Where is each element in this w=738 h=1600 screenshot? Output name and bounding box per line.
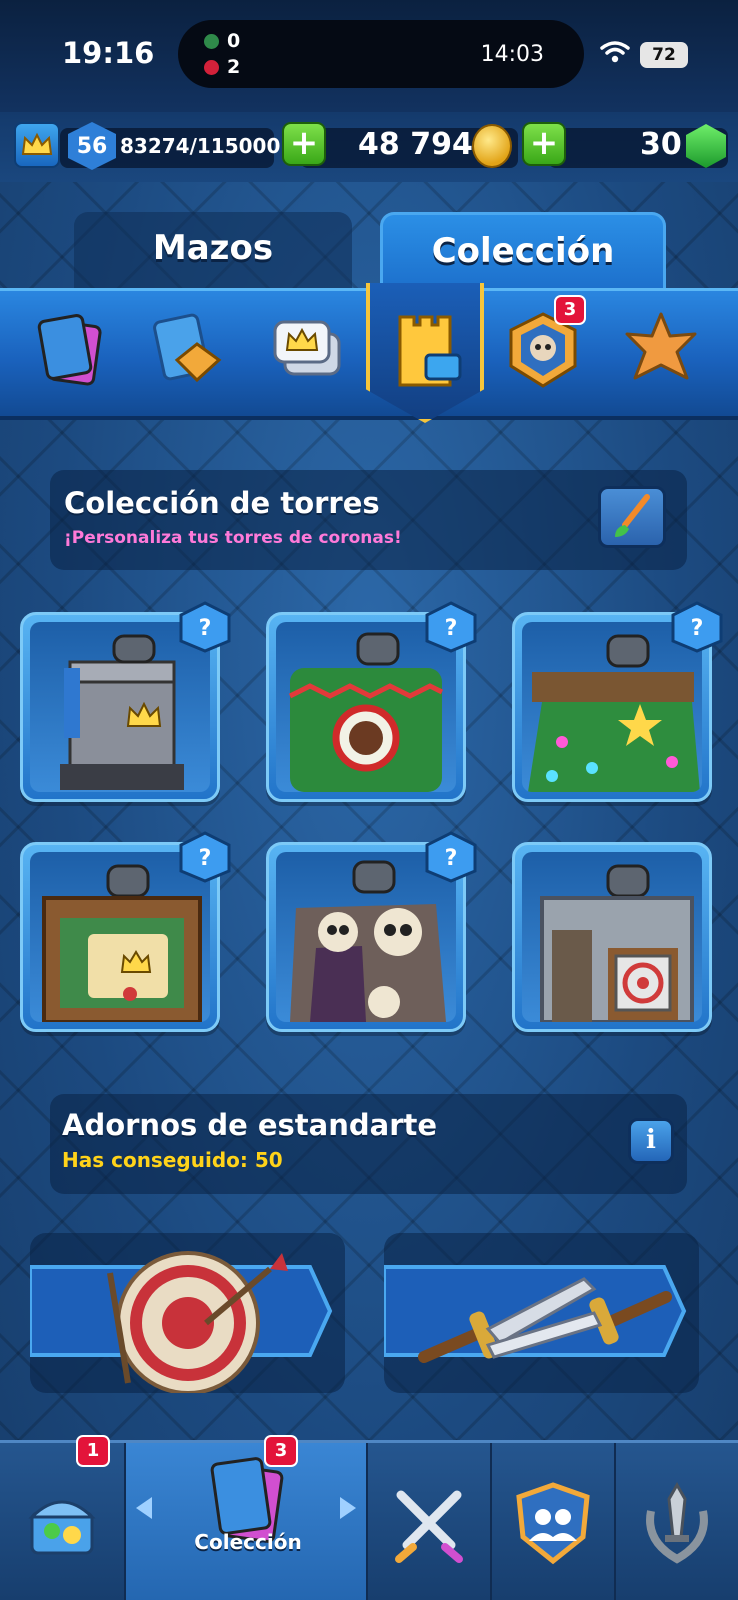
wifi-icon (600, 41, 630, 63)
crown-icon[interactable] (14, 122, 60, 168)
tower-card-skull-coffin[interactable]: ? (266, 831, 477, 1032)
mystery-cube-icon: ? (425, 831, 477, 883)
banner-decoration-swords[interactable] (384, 1233, 699, 1393)
tower-card-treasure-map[interactable]: ? (20, 831, 231, 1032)
xp-progress: 83274/115000 (120, 134, 281, 158)
card-upgrade-icon (153, 313, 222, 383)
tower-collection-title: Colección de torres (64, 486, 380, 520)
tower-card-target[interactable] (512, 842, 712, 1032)
live-activity[interactable]: 0 2 14:03 (178, 20, 584, 88)
category-star-levels[interactable] (616, 305, 706, 395)
mystery-cube-icon: ? (671, 601, 723, 653)
customize-button[interactable] (598, 486, 666, 548)
svg-text:?: ? (445, 616, 458, 641)
clan-shield-icon (516, 1482, 590, 1565)
nav-active-label: Colección (194, 1530, 302, 1554)
chevron-left-icon (136, 1497, 152, 1519)
banner-decorations-title: Adornos de estandarte (62, 1108, 438, 1142)
team-logo-icon (204, 33, 219, 49)
target-practice-tower-icon (540, 864, 694, 1022)
tower-icon (398, 315, 462, 387)
mystery-cube-icon: ? (179, 831, 231, 883)
gold-coin-icon (472, 124, 512, 168)
tower-collection-subtitle: ¡Personaliza tus torres de coronas! (64, 528, 402, 548)
category-towers[interactable] (366, 283, 484, 423)
collection-badge: 3 (264, 1435, 298, 1467)
category-card-upgrade[interactable] (144, 305, 234, 395)
gold-amount: 48 794 (358, 127, 473, 162)
info-button[interactable]: i (628, 1118, 674, 1164)
mystery-cube-icon: ? (179, 601, 231, 653)
sword-laurel-icon (646, 1481, 708, 1564)
match-time: 14:03 (480, 42, 544, 67)
tower-collection-header: Colección de torres ¡Personaliza tus tor… (50, 470, 687, 570)
battery-indicator: 72 (640, 42, 688, 68)
tower-card-classic[interactable]: ? (20, 601, 231, 802)
banner-decorations-header: Adornos de estandarte Has conseguido: 50… (50, 1094, 687, 1194)
category-cards[interactable] (26, 305, 116, 395)
svg-text:?: ? (445, 846, 458, 871)
emote-icon (273, 320, 341, 376)
nav-shop[interactable]: 1 (0, 1435, 126, 1600)
crossed-swords-icon (395, 1490, 463, 1563)
clock: 19:16 (62, 36, 155, 70)
status-bar: 19:16 0 2 14:03 72 (0, 0, 738, 112)
tab-coleccion[interactable]: Colección (380, 212, 666, 292)
category-badge-count: 3 (554, 295, 586, 325)
tab-mazos[interactable]: Mazos (74, 212, 352, 292)
chevron-right-icon (340, 1497, 356, 1519)
paintbrush-icon (615, 494, 650, 537)
crossed-swords-icon (384, 1265, 687, 1363)
score-top: 0 (227, 30, 241, 52)
nav-collection[interactable]: 3 (126, 1435, 368, 1600)
nav-clan[interactable] (492, 1443, 616, 1600)
buy-xp-button[interactable]: + (282, 122, 326, 166)
team-logo-icon (204, 59, 219, 75)
banner-decorations-count: Has conseguido: 50 (62, 1148, 283, 1172)
category-bar: 3 (0, 283, 738, 423)
category-emotes[interactable] (262, 305, 352, 395)
archery-target-icon (30, 1251, 333, 1393)
score-row-bottom: 2 (204, 56, 240, 78)
tower-card-christmas-tree[interactable]: ? (512, 601, 723, 802)
svg-text:?: ? (199, 846, 212, 871)
gem-amount: 30 (640, 127, 682, 162)
treasure-chest-icon (28, 1500, 96, 1555)
buy-gold-button[interactable]: + (522, 122, 566, 166)
star-level-icon (625, 312, 697, 380)
svg-text:?: ? (691, 616, 704, 641)
shop-badge: 1 (76, 1435, 110, 1467)
score-bottom: 2 (227, 56, 241, 78)
tower-card-ugly-sweater[interactable]: ? (266, 601, 477, 802)
score-row-top: 0 (204, 30, 240, 52)
nav-events[interactable] (616, 1443, 738, 1600)
bottom-navigation: 1 3 (0, 1435, 738, 1600)
nav-battle[interactable] (368, 1443, 492, 1600)
category-banner-badges[interactable]: 3 (498, 295, 588, 395)
svg-text:?: ? (199, 616, 212, 641)
resource-bar: 56 83274/115000 + 48 794 + 30 (0, 112, 738, 182)
banner-decoration-target[interactable] (30, 1233, 345, 1393)
cards-icon (37, 314, 102, 386)
mystery-cube-icon: ? (425, 601, 477, 653)
